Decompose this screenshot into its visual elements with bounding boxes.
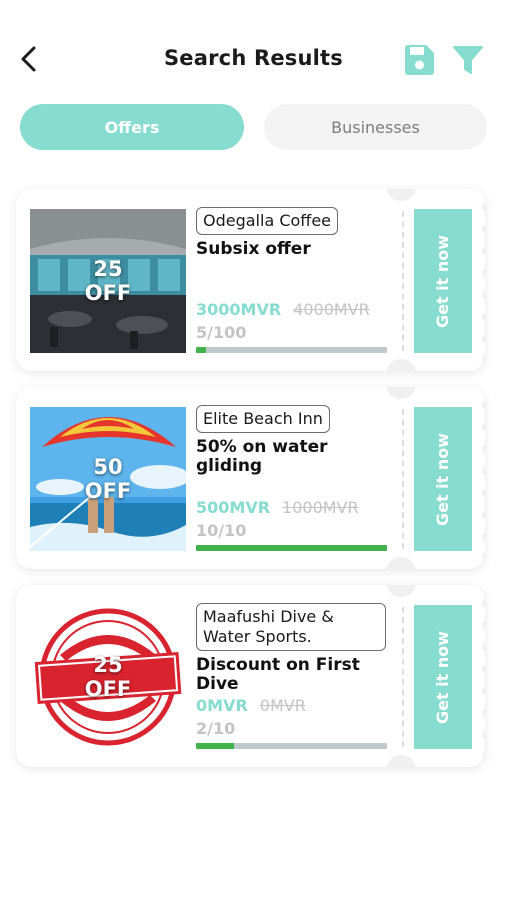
discount-badge: 25 OFF (84, 257, 132, 305)
price-row: 0MVR 0MVR (196, 696, 306, 715)
ticket-notch (386, 585, 416, 597)
header: Search Results (0, 0, 507, 100)
offer-card[interactable]: 50 OFF Elite Beach Inn 50% on water glid… (16, 387, 485, 569)
ticket-notch (386, 189, 416, 201)
business-chip[interactable]: Elite Beach Inn (196, 405, 330, 433)
filter-button[interactable] (452, 44, 484, 76)
offer-image: 25 OFF (30, 209, 186, 353)
get-it-now-button[interactable]: Get it now (414, 209, 472, 353)
save-icon (405, 45, 434, 75)
original-price: 4000MVR (293, 300, 370, 319)
quantity-counter: 2/10 (196, 719, 236, 738)
ticket-notch (386, 755, 416, 767)
ticket-notch (386, 387, 416, 399)
offer-title: Discount on First Dive (196, 655, 360, 694)
tab-bar: Offers Businesses (20, 104, 487, 150)
claimed-progress (196, 545, 387, 551)
business-chip[interactable]: Maafushi Dive & Water Sports. (196, 603, 386, 651)
quantity-counter: 5/100 (196, 323, 247, 342)
offer-image: 50 OFF (30, 407, 186, 551)
claimed-progress (196, 347, 387, 353)
ticket-divider (402, 211, 404, 351)
ticket-perforation (482, 202, 485, 364)
offer-image: 25 OFF (30, 605, 186, 749)
price-row: 500MVR 1000MVR (196, 498, 359, 517)
business-chip[interactable]: Odegalla Coffee (196, 207, 339, 235)
ticket-perforation (482, 598, 485, 760)
price-row: 3000MVR 4000MVR (196, 300, 370, 319)
discount-badge: 50 OFF (84, 455, 132, 503)
tab-businesses[interactable]: Businesses (264, 104, 487, 150)
offer-title: Subsix offer (196, 239, 311, 259)
filter-icon (453, 46, 483, 74)
offer-price: 0MVR (196, 696, 248, 715)
ticket-divider (402, 409, 404, 549)
discount-badge: 25 OFF (84, 653, 132, 701)
ticket-notch (386, 557, 416, 569)
claimed-progress (196, 743, 387, 749)
original-price: 1000MVR (282, 498, 359, 517)
get-it-now-button[interactable]: Get it now (414, 407, 472, 551)
offer-price: 500MVR (196, 498, 271, 517)
get-it-now-button[interactable]: Get it now (414, 605, 472, 749)
offer-card[interactable]: 25 OFF Odegalla Coffee Subsix offer 3000… (16, 189, 485, 371)
tab-offers[interactable]: Offers (20, 104, 244, 150)
original-price: 0MVR (259, 696, 306, 715)
offer-title: 50% on water gliding (196, 437, 328, 476)
quantity-counter: 10/10 (196, 521, 247, 540)
offer-price: 3000MVR (196, 300, 282, 319)
ticket-notch (386, 359, 416, 371)
ticket-perforation (482, 400, 485, 562)
ticket-divider (402, 607, 404, 747)
offer-card[interactable]: 25 OFF Maafushi Dive & Water Sports. Dis… (16, 585, 485, 767)
save-button[interactable] (402, 43, 436, 77)
